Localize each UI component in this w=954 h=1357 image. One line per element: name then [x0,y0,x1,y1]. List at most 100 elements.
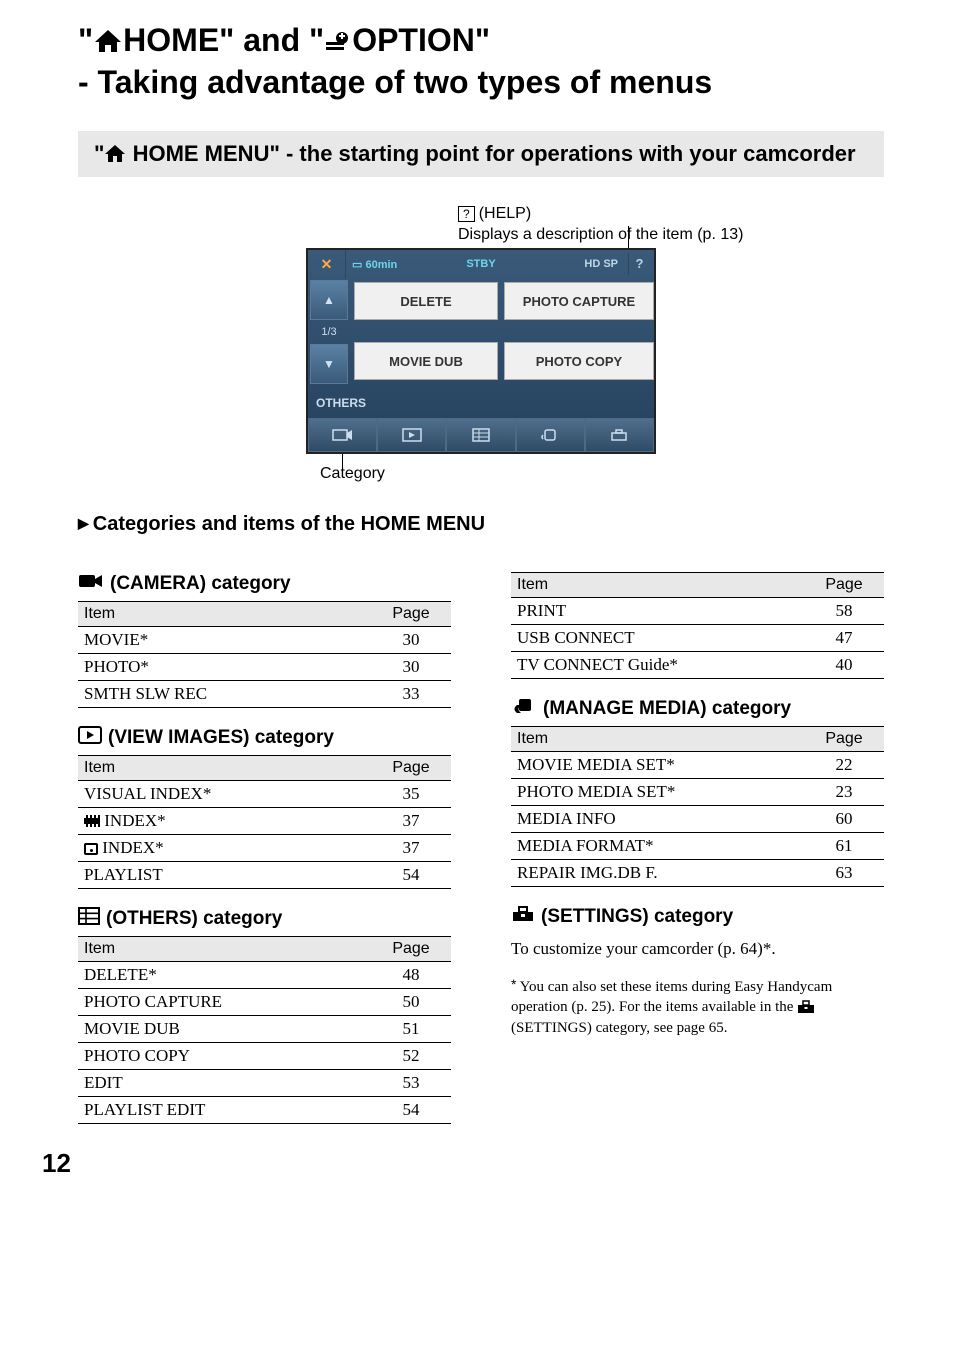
table-row: USB CONNECT47 [511,625,884,652]
section-header: " HOME MENU" - the starting point for op… [78,131,884,177]
th-item: Item [511,727,804,752]
cell-page: 58 [804,598,884,625]
table-others: ItemPage DELETE*48 PHOTO CAPTURE50 MOVIE… [78,936,451,1124]
close-icon[interactable]: ✕ [308,250,346,278]
cell-page: 50 [371,989,451,1016]
play-icon [78,726,102,749]
title-home: HOME" and " [123,22,324,58]
table-manage: ItemPage MOVIE MEDIA SET*22 PHOTO MEDIA … [511,726,884,887]
category-title-view: (VIEW IMAGES) category [78,726,451,749]
table-row: TV CONNECT Guide*40 [511,652,884,679]
title-line2: - Taking advantage of two types of menus [78,64,712,100]
page-number: 12 [42,1148,884,1179]
table-row: PHOTO COPY52 [78,1043,451,1070]
table-row: PHOTO CAPTURE50 [78,989,451,1016]
cell-item-text: INDEX* [104,811,165,830]
page-title: "HOME" and "OPTION" - Taking advantage o… [78,20,884,103]
camera-icon [78,572,104,595]
diagram: ?(HELP) Displays a description of the it… [78,203,884,483]
th-page: Page [371,602,451,627]
page-indicator: 1/3 [308,322,350,342]
cell-item: PHOTO COPY [78,1043,371,1070]
cell-item: MOVIE* [78,627,371,654]
settings-body: To customize your camcorder (p. 64)*. [511,938,884,961]
category-title-settings: (SETTINGS) category [511,905,884,928]
cell-page: 63 [804,860,884,887]
table-row: MOVIE MEDIA SET*22 [511,752,884,779]
menu-button-photo-copy[interactable]: PHOTO COPY [504,342,654,380]
table-row: EDIT53 [78,1070,451,1097]
cell-item: MOVIE DUB [78,1016,371,1043]
media-icon [511,697,537,720]
scroll-down-button[interactable]: ▼ [310,344,348,384]
title-option: OPTION" [352,22,490,58]
th-page: Page [371,937,451,962]
cell-page: 40 [804,652,884,679]
table-row: MOVIE DUB51 [78,1016,451,1043]
others-label: OTHERS [316,396,366,410]
th-page: Page [804,573,884,598]
face-icon [84,843,98,855]
category-title-others: (OTHERS) category [78,907,451,930]
scroll-up-button[interactable]: ▲ [310,280,348,320]
th-item: Item [78,756,371,781]
category-tab-settings[interactable] [585,418,654,452]
cell-page: 48 [371,962,451,989]
help-label: (HELP) [479,205,531,222]
triangle-bullet-icon: ▶ [78,515,89,532]
category-title-camera: (CAMERA) category [78,572,451,595]
option-icon [324,32,352,54]
cell-page: 37 [371,835,451,862]
home-icon [104,144,126,164]
cell-item: PHOTO* [78,654,371,681]
cell-item: VISUAL INDEX* [78,781,371,808]
menu-button-photo-capture[interactable]: PHOTO CAPTURE [504,282,654,320]
table-row: MEDIA FORMAT*61 [511,833,884,860]
cell-page: 30 [371,627,451,654]
cell-page: 22 [804,752,884,779]
toolbox-icon [511,905,535,928]
th-page: Page [804,727,884,752]
cell-page: 61 [804,833,884,860]
callout-line-help [628,226,629,248]
home-icon [93,28,123,54]
help-icon[interactable]: ? [628,253,650,275]
cell-item: TV CONNECT Guide* [511,652,804,679]
footnote-text2: (SETTINGS) category, see page 65. [511,1020,727,1036]
category-caption: Category [320,465,884,483]
category-tab-manage[interactable] [516,418,585,452]
cell-item: EDIT [78,1070,371,1097]
menu-button-delete[interactable]: DELETE [354,282,498,320]
cell-item: SMTH SLW REC [78,681,371,708]
cell-page: 30 [371,654,451,681]
th-item: Item [511,573,804,598]
category-tab-view[interactable] [377,418,446,452]
table-row: PLAYLIST54 [78,862,451,889]
cell-page: 54 [371,862,451,889]
category-title-settings-text: (SETTINGS) category [541,906,733,928]
quality-indicator: HD SP [584,258,618,270]
table-camera: ItemPage MOVIE*30 PHOTO*30 SMTH SLW REC3… [78,601,451,708]
help-symbol-box: ? [458,206,475,222]
cell-item: PHOTO MEDIA SET* [511,779,804,806]
cell-page: 53 [371,1070,451,1097]
table-row: INDEX*37 [78,835,451,862]
menu-button-movie-dub[interactable]: MOVIE DUB [354,342,498,380]
category-title-camera-text: (CAMERA) category [110,573,291,595]
cell-page: 37 [371,808,451,835]
cell-item: USB CONNECT [511,625,804,652]
table-row: PHOTO*30 [78,654,451,681]
footnote-marker: * [511,976,516,992]
category-title-manage-text: (MANAGE MEDIA) category [543,698,791,720]
category-tab-others[interactable] [446,418,515,452]
category-title-others-text: (OTHERS) category [106,908,282,930]
cell-item: MEDIA INFO [511,806,804,833]
table-row: PHOTO MEDIA SET*23 [511,779,884,806]
cell-item: DELETE* [78,962,371,989]
camera-screen: ✕ ▭ 60min STBY HD SP ? ▲ 1/3 ▼ DELETE PH… [306,248,656,454]
table-row: INDEX* 37 [78,808,451,835]
cell-item: INDEX* [78,808,371,835]
category-tab-camera[interactable] [308,418,377,452]
help-desc: Displays a description of the item (p. 1… [458,226,743,243]
cell-item: MOVIE MEDIA SET* [511,752,804,779]
